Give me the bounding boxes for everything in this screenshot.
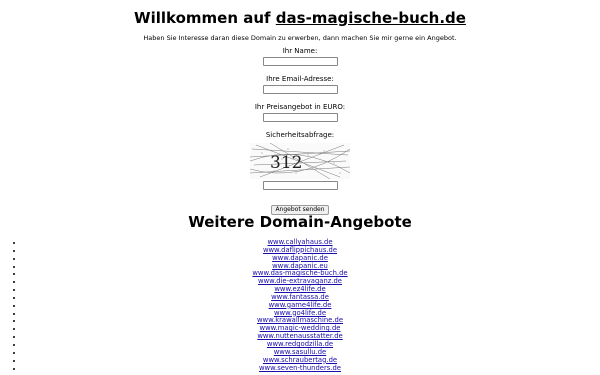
price-input[interactable]: [262, 113, 338, 122]
bullet-icon: [13, 249, 15, 252]
captcha-code: 312: [270, 153, 302, 173]
bullet-icon: [13, 328, 15, 331]
domain-link[interactable]: www.seven-thunders.de: [259, 364, 341, 372]
bullet-icon: [13, 273, 15, 276]
bullet-icon: [13, 343, 15, 346]
domain-link[interactable]: www.redgodzilla.de: [267, 340, 333, 348]
domain-link[interactable]: www.go4life.de: [274, 309, 326, 317]
bullet-icon: [13, 320, 15, 323]
domain-link[interactable]: www.dapanic.de: [272, 254, 328, 262]
domain-link[interactable]: www.magic-wedding.de: [260, 324, 341, 332]
email-input[interactable]: [262, 85, 338, 94]
offer-form: Ihr Name: Ihre Email-Adresse: Ihr Preisa…: [0, 47, 600, 190]
captcha-noise: 312: [250, 143, 350, 179]
domain-link[interactable]: www.daflippichaus.de: [263, 246, 337, 254]
bullet-icon: [13, 296, 15, 299]
captcha-field-group: Sicherheitsabfrage: 312: [0, 131, 600, 190]
domain-link[interactable]: www.schraubertag.de: [263, 356, 337, 364]
bullet-icon: [13, 242, 15, 244]
page-title: Willkommen auf das-magische-buch.de: [0, 9, 600, 27]
email-label: Ihre Email-Adresse:: [266, 75, 334, 83]
domain-list: www.callyahaus.de www.daflippichaus.de www…: [0, 238, 600, 373]
captcha-label: Sicherheitsabfrage:: [265, 131, 335, 139]
price-field-group: Ihr Preisangebot in EURO:: [0, 103, 600, 122]
bullet-icon: [13, 351, 15, 354]
bullet-icon: [13, 336, 15, 339]
name-field-group: Ihr Name:: [0, 47, 600, 66]
bullet-icon: [13, 257, 15, 260]
name-label: Ihr Name:: [282, 47, 318, 55]
domain-link[interactable]: www.nuttenausstatter.de: [257, 332, 342, 340]
bullet-icon: [13, 289, 15, 292]
domain-link[interactable]: www.dapanic.eu: [272, 262, 328, 270]
title-domain: das-magische-buch.de: [275, 9, 466, 27]
name-input[interactable]: [262, 57, 338, 66]
list-item: www.seven-thunders.de: [0, 364, 600, 373]
domain-link[interactable]: www.die-extravaganz.de: [258, 277, 342, 285]
bullet-icon: [13, 367, 15, 370]
email-field-group: Ihre Email-Adresse:: [0, 75, 600, 94]
title-prefix: Willkommen auf: [134, 9, 271, 27]
domain-link[interactable]: www.das-magische-buch.de: [252, 269, 347, 277]
bullet-icon: [13, 281, 15, 284]
bullet-icon: [13, 359, 15, 362]
domain-link[interactable]: www.game4life.de: [269, 301, 332, 309]
bullet-icon: [13, 312, 15, 315]
price-label: Ihr Preisangebot in EURO:: [254, 103, 346, 111]
domain-link[interactable]: www.ez4life.de: [274, 285, 325, 293]
domain-link[interactable]: www.fantassa.de: [271, 293, 329, 301]
bullet-icon: [13, 304, 15, 307]
intro-text: Haben Sie Interesse daran diese Domain z…: [143, 34, 457, 42]
captcha-image: 312: [250, 143, 350, 179]
domain-link[interactable]: www.krawallmaschine.de: [257, 316, 343, 325]
domain-link[interactable]: www.sasullu.de: [274, 348, 327, 356]
captcha-input[interactable]: [262, 181, 338, 190]
bullet-icon: [13, 265, 15, 268]
domain-link[interactable]: www.callyahaus.de: [267, 238, 332, 246]
offers-heading: Weitere Domain-Angebote: [188, 213, 412, 231]
